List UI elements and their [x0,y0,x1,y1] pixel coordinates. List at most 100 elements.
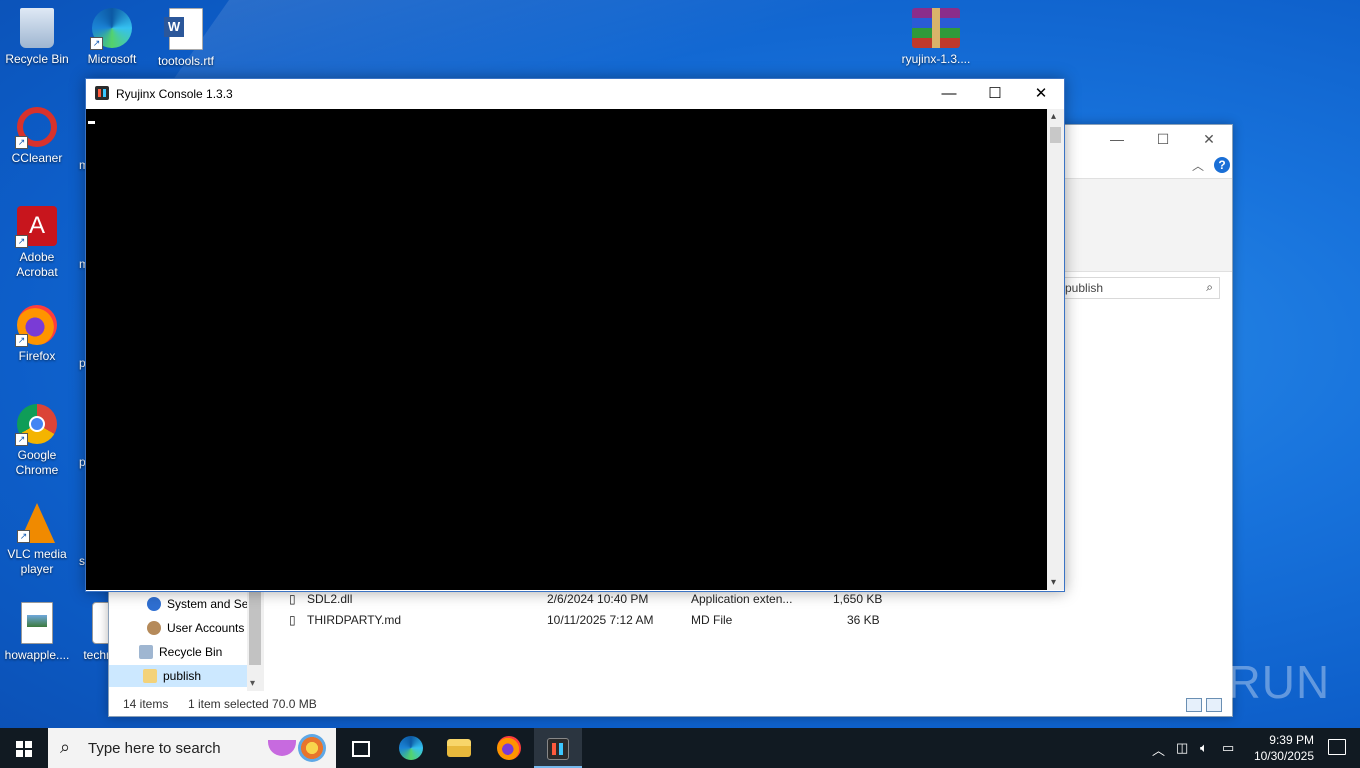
desktop-icon-label: Recycle Bin [5,52,69,66]
item-count: 14 items [123,697,169,711]
desktop-icon-vlc[interactable]: ↗ VLC media player [1,503,73,577]
ccleaner-icon: ↗ [15,107,57,149]
folder-icon [447,739,471,757]
taskbar-edge[interactable] [387,728,435,768]
desktop-icon-label: VLC media player [7,547,67,576]
image-file-icon [21,602,53,644]
windows-logo-icon [25,750,32,757]
task-view-icon [352,741,370,757]
desktop-icon-label: CCleaner [11,151,63,165]
selection-info: 1 item selected 70.0 MB [188,697,317,711]
navigation-pane: System and Se User Accounts Recycle Bin … [109,585,263,691]
taskbar-search-box[interactable]: ⌕ Type here to search [48,728,336,768]
close-button[interactable]: ✕ [1186,125,1232,153]
recycle-bin-icon [139,645,153,659]
shortcut-arrow-icon: ↗ [15,334,28,347]
task-view-button[interactable] [336,728,384,768]
clock-date: 10/30/2025 [1253,749,1314,763]
volume-icon[interactable]: 🔈︎ [1200,740,1208,756]
desktop-icon-label: ryujinx-1.3.... [901,52,971,66]
desktop-icon-tootools[interactable]: W tootools.rtf [150,8,222,69]
clock[interactable]: 9:39 PM 10/30/2025 [1254,732,1314,764]
desktop-icon-ryujinx-archive[interactable]: ryujinx-1.3.... [900,8,972,67]
network-icon[interactable]: ◫ [1176,740,1188,756]
monitor-icon[interactable]: ▭ [1222,740,1234,756]
desktop-icon-adobe-acrobat[interactable]: A ↗ Adobe Acrobat [1,206,73,280]
maximize-button[interactable]: ☐ [972,79,1018,109]
start-button[interactable] [0,728,48,768]
nav-item-publish[interactable]: publish [109,665,247,687]
help-icon[interactable]: ? [1214,157,1230,173]
desktop-icon-ccleaner[interactable]: ↗ CCleaner [1,107,73,166]
show-hidden-icons-icon[interactable]: ︿ [1152,740,1165,759]
desktop-icon-label: Firefox [18,349,56,363]
explorer-window-controls: — ☐ ✕ [1094,125,1232,153]
minimize-button[interactable]: — [1094,125,1140,153]
nav-item-label: publish [163,669,202,683]
windows-logo-icon [25,741,32,748]
search-highlight-icon [268,734,328,762]
console-scrollbar[interactable]: ▴ ▾ [1047,109,1064,590]
text-cursor [88,121,95,124]
nav-item-label: System and Se [167,597,249,611]
users-icon [147,621,161,635]
desktop-icon-google-chrome[interactable]: ↗ Google Chrome [1,404,73,478]
anyrun-watermark: ANY RUN [1117,656,1331,708]
recycle-bin-icon [20,8,54,48]
vlc-icon: ↗ [17,503,55,543]
desktop-icon-label: Adobe Acrobat [16,250,58,279]
minimize-button[interactable]: — [926,79,972,109]
scroll-up-icon[interactable]: ▴ [1051,111,1056,122]
search-icon[interactable]: ⌕ [1206,280,1213,295]
search-icon: ⌕ [60,737,71,757]
clock-time: 9:39 PM [1269,733,1314,747]
shortcut-arrow-icon: ↗ [15,136,28,149]
scrollbar-thumb[interactable] [1050,127,1061,143]
ryujinx-console-window[interactable]: Ryujinx Console 1.3.3 — ☐ ✕ ▴ ▾ [85,78,1065,592]
scrollbar-thumb[interactable] [249,585,261,665]
status-bar: 14 items 1 item selected 70.0 MB [109,692,1232,716]
notifications-icon[interactable] [1328,739,1346,755]
close-button[interactable]: ✕ [1018,79,1064,109]
file-date: 2/6/2024 10:40 PM [547,592,649,606]
file-type: MD File [691,613,733,627]
shortcut-arrow-icon: ↗ [90,37,103,50]
desktop-icon-firefox[interactable]: ↗ Firefox [1,305,73,364]
desktop-icon-recycle-bin[interactable]: Recycle Bin [1,8,73,67]
console-titlebar[interactable]: Ryujinx Console 1.3.3 — ☐ ✕ [86,79,1064,109]
nav-item-label: User Accounts [167,621,245,635]
nav-item-label: Recycle Bin [159,645,223,659]
chrome-icon: ↗ [15,404,57,446]
nav-item-recycle-bin[interactable]: Recycle Bin [139,641,257,663]
taskbar-ryujinx[interactable] [534,728,582,768]
search-placeholder: publish [1065,281,1104,295]
taskbar-file-explorer[interactable] [435,728,483,768]
file-size: 36 KB [847,613,880,627]
desktop-icon-label: Microsoft Edge [87,52,137,66]
maximize-button[interactable]: ☐ [1140,125,1186,153]
file-name: SDL2.dll [307,592,353,606]
file-date: 10/11/2025 7:12 AM [547,613,654,627]
desktop-icon-label: howapple.... [4,648,70,662]
file-icon: ▯ [289,592,296,606]
search-input[interactable]: publish ⌕ [1058,277,1220,299]
edge-icon: ↗ [90,8,132,50]
file-type: Application exten... [691,592,793,606]
console-output[interactable] [86,109,1047,590]
acrobat-icon: A ↗ [15,206,57,248]
taskbar: ⌕ Type here to search ︿ ◫ 🔈︎ ▭ 9:39 PM 1… [0,728,1360,768]
file-icon: ▯ [289,613,296,627]
taskbar-firefox[interactable] [485,728,533,768]
console-window-controls: — ☐ ✕ [926,79,1064,109]
collapse-ribbon-icon[interactable]: ︿ [1192,157,1204,174]
navigation-scrollbar[interactable]: ▾ [247,585,264,691]
scroll-down-icon[interactable]: ▾ [250,678,255,689]
desktop-icon-microsoft-edge[interactable]: ↗ Microsoft Edge [76,8,148,67]
shortcut-arrow-icon: ↗ [17,530,30,543]
windows-logo-icon [16,741,23,748]
shortcut-arrow-icon: ↗ [15,433,28,446]
desktop-icon-howapple[interactable]: howapple.... [1,602,73,663]
window-title: Ryujinx Console 1.3.3 [116,87,233,101]
scroll-down-icon[interactable]: ▾ [1051,577,1056,588]
folder-icon [143,669,157,683]
